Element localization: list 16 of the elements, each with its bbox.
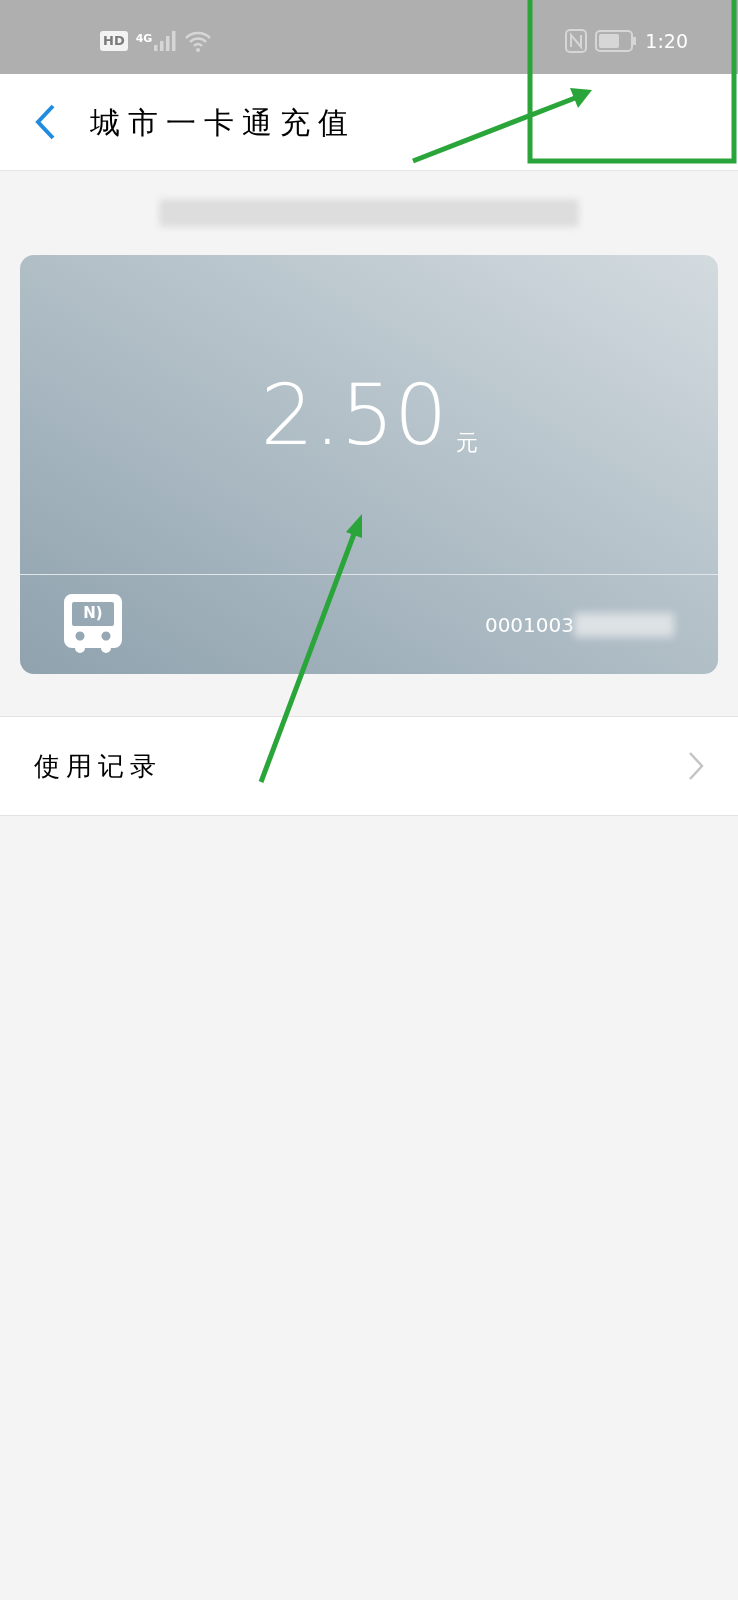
nfc-label: N) — [82, 603, 104, 624]
bus-icon — [64, 593, 122, 653]
records-row[interactable]: 使用记录 — [0, 716, 738, 816]
page-title: 城市一卡通充值 — [90, 103, 356, 142]
balance-amount: 2.50 — [260, 364, 448, 466]
hd-badge: HD — [100, 31, 128, 51]
clock: 1:20 — [645, 28, 688, 54]
nfc-icon — [565, 29, 588, 53]
network-type: 4G — [135, 31, 153, 47]
wifi-icon — [184, 30, 213, 52]
card-number: 0001003 — [484, 611, 574, 639]
chevron-right-icon — [688, 751, 704, 781]
back-icon — [34, 104, 56, 140]
signal-icon — [154, 31, 177, 51]
battery-icon — [595, 30, 638, 52]
currency-unit: 元 — [455, 429, 478, 457]
